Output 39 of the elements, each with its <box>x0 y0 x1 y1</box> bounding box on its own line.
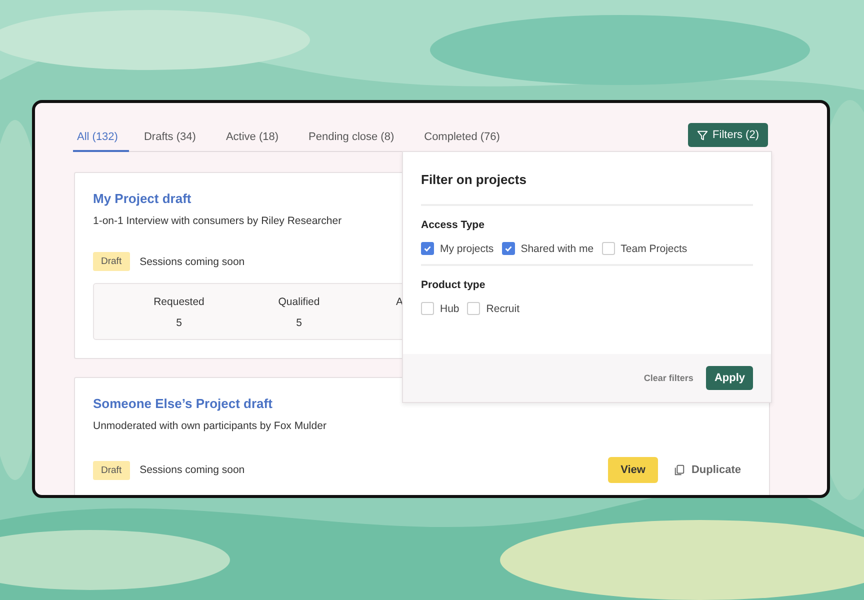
project-title[interactable]: My Project draft <box>93 191 192 206</box>
filter-icon <box>696 130 708 140</box>
apply-button[interactable]: Apply <box>706 366 753 390</box>
project-description: Unmoderated with own participants by Fox Mulder <box>93 420 326 432</box>
checkbox[interactable] <box>467 302 480 315</box>
tab[interactable]: Drafts (34) <box>128 131 211 152</box>
status-text: Sessions coming soon <box>140 256 245 268</box>
project-title[interactable]: Someone Else’s Project draft <box>93 396 272 411</box>
tab[interactable]: Completed (76) <box>409 131 515 152</box>
option-label: Shared with me <box>520 242 594 254</box>
stat-value: 5 <box>295 317 303 329</box>
filters-button[interactable]: Filters (2) <box>688 123 768 147</box>
checkbox[interactable] <box>421 242 434 255</box>
stat-value: 5 <box>175 317 183 329</box>
option-label: My projects <box>440 242 494 254</box>
checkbox[interactable] <box>502 242 515 255</box>
status-badge: Draft <box>93 252 130 271</box>
tab[interactable]: Pending close (8) <box>294 131 410 152</box>
tab[interactable]: Active (18) <box>210 131 294 152</box>
checkbox[interactable] <box>602 242 615 255</box>
project-description: 1-on-1 Interview with consumers by Riley Researcher <box>93 215 342 227</box>
stat-label: Requested <box>152 296 206 308</box>
option-label: Team Projects <box>620 242 688 254</box>
checkbox[interactable] <box>421 302 434 315</box>
copy-icon <box>674 464 686 476</box>
duplicate-button[interactable]: Duplicate <box>674 464 741 476</box>
group-heading: Product type <box>421 279 486 291</box>
check-icon <box>502 243 514 254</box>
popover-title: Filter on projects <box>421 172 753 206</box>
stat-label: Qualified <box>277 296 321 308</box>
option-label: Recruit <box>486 302 520 314</box>
status-badge: Draft <box>93 460 130 480</box>
view-button[interactable]: View <box>608 457 658 483</box>
status-text: Sessions coming soon <box>140 464 245 476</box>
tab[interactable]: All (132) <box>73 131 129 152</box>
check-icon <box>422 243 433 254</box>
option-label: Hub <box>440 302 460 314</box>
group-heading: Access Type <box>421 219 486 231</box>
clear-filters-button[interactable]: Clear filters <box>644 373 694 383</box>
